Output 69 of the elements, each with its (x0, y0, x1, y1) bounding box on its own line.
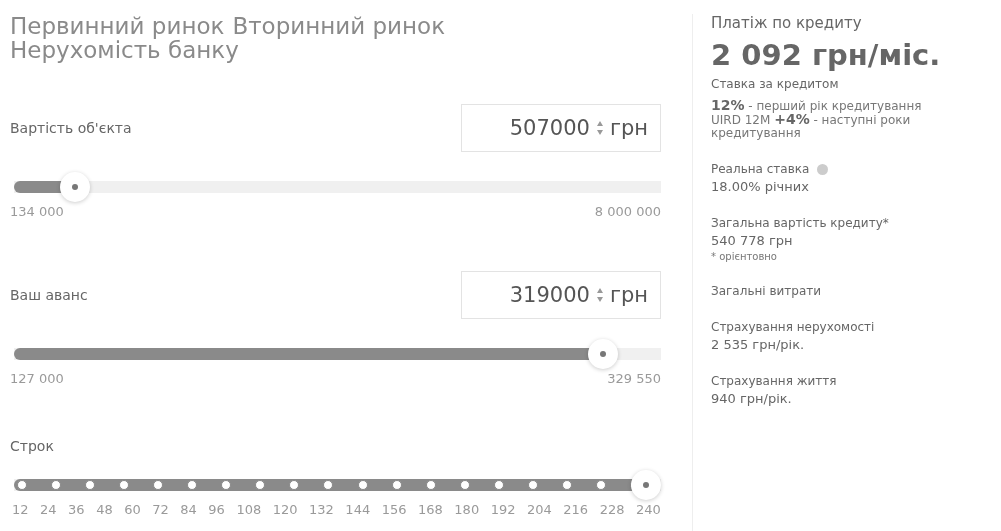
step-dot (391, 480, 402, 490)
step-dot (561, 480, 572, 490)
slider-thumb[interactable] (60, 172, 91, 202)
tick-label: 192 (490, 502, 516, 517)
tick-label: 48 (96, 502, 113, 517)
item-value: 18.00% річних (711, 179, 810, 194)
item-value: 2 535 грн/рік. (711, 337, 806, 352)
amount-field[interactable]: 507000 грн (461, 104, 661, 152)
field-label: Вартість об'єкта (10, 120, 132, 136)
item-note: * орієнтовно (711, 251, 778, 262)
tick-label: 60 (124, 502, 141, 517)
range-max: 8 000 000 (594, 204, 661, 219)
tick-label: 24 (40, 502, 57, 517)
rate-text: 12% - перший рік кредитування (711, 99, 923, 113)
slider-thumb[interactable] (587, 339, 618, 369)
rate-label: Ставка за кредитом (711, 77, 840, 91)
step-dot (85, 480, 96, 490)
tick-label: 240 (636, 502, 661, 517)
amount-field[interactable]: 319000 грн (461, 271, 661, 319)
item-label: Страхування нерухомості (711, 320, 875, 334)
item-value: 540 778 грн (711, 233, 794, 248)
step-dot (527, 480, 538, 490)
monthly-payment: 2 092 грн/міс. (711, 38, 942, 72)
step-dot (595, 480, 606, 490)
step-dot (289, 480, 300, 490)
tick-label: 72 (152, 502, 169, 517)
range-min: 134 000 (10, 204, 64, 219)
step-dot (17, 480, 27, 490)
slider-thumb[interactable] (631, 470, 661, 500)
tick-label: 180 (454, 502, 480, 517)
tick-label: 36 (68, 502, 85, 517)
item-label: Реальна ставка (711, 162, 810, 176)
range-max: 329 550 (607, 371, 661, 386)
tick-label: 132 (309, 502, 334, 517)
item-value: 940 грн/рік. (711, 391, 793, 406)
range-min: 127 000 (10, 371, 64, 386)
field-label: Ваш аванс (10, 287, 88, 303)
tick-label: 96 (208, 502, 225, 517)
item-label: Страхування життя (711, 374, 837, 388)
tick-label: 168 (418, 502, 443, 517)
item-label: Загальна вартість кредиту* (711, 216, 889, 230)
step-dot (51, 480, 62, 490)
step-dot (119, 480, 130, 490)
tick-label: 108 (236, 502, 262, 517)
tick-label: 144 (345, 502, 371, 517)
tick-label: 216 (563, 502, 589, 517)
step-dot (425, 480, 436, 490)
step-dot (187, 480, 198, 490)
tab[interactable]: Нерухомість банку (10, 38, 239, 62)
step-dot (459, 480, 470, 490)
step-dot (255, 480, 266, 490)
tick-label: 156 (381, 502, 407, 517)
step-dot (221, 480, 232, 490)
summary-title: Платіж по кредиту (711, 14, 863, 32)
step-dot (153, 480, 164, 490)
item-label: Загальні витрати (711, 284, 822, 298)
tab[interactable]: Вторинний ринок (232, 14, 446, 38)
step-dot (493, 480, 504, 490)
step-dot (357, 480, 368, 490)
step-dot (323, 480, 334, 490)
field-label: Строк (10, 438, 55, 454)
tick-label: 84 (180, 502, 197, 517)
tick-label: 120 (272, 502, 298, 517)
tick-label: 12 (12, 502, 29, 517)
spinner-icon[interactable] (595, 286, 604, 304)
tick-label: 204 (527, 502, 552, 517)
tick-label: 228 (599, 502, 625, 517)
spinner-icon[interactable] (595, 119, 604, 137)
rate-text: UIRD 12M +4% - наступні роки кредитування (711, 113, 911, 140)
